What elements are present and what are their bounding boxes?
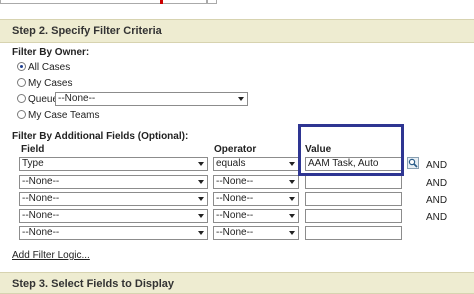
chevron-down-icon [289, 214, 295, 218]
owner-heading: Filter By Owner: [12, 47, 90, 58]
row4-value-input[interactable] [305, 209, 402, 223]
row1-field-select[interactable]: Type [19, 157, 208, 171]
row2-field-value: --None-- [22, 176, 60, 187]
row2-field-select[interactable]: --None-- [19, 175, 208, 189]
chevron-down-icon [289, 162, 295, 166]
radio-queue[interactable] [17, 94, 26, 103]
row3-value-input[interactable] [305, 192, 402, 206]
additional-fields-heading: Filter By Additional Fields (Optional): [12, 131, 189, 142]
row3-operator-value: --None-- [216, 193, 254, 204]
radio-my-case-teams[interactable] [17, 110, 26, 119]
queue-select-value: --None-- [58, 93, 96, 104]
chevron-down-icon [198, 197, 204, 201]
chevron-down-icon [289, 180, 295, 184]
chevron-down-icon [198, 231, 204, 235]
step3-title: Step 3. Select Fields to Display [12, 278, 174, 290]
radio-all-cases[interactable] [17, 62, 26, 71]
step2-header: Step 2. Specify Filter Criteria [0, 19, 474, 43]
chevron-down-icon [198, 162, 204, 166]
radio-my-cases[interactable] [17, 78, 26, 87]
row2-operator-select[interactable]: --None-- [213, 175, 299, 189]
step2-title: Step 2. Specify Filter Criteria [12, 25, 162, 37]
add-filter-logic-link[interactable]: Add Filter Logic... [12, 250, 90, 261]
row4-field-select[interactable]: --None-- [19, 209, 208, 223]
previous-field-input[interactable] [0, 0, 207, 4]
required-marker [160, 0, 163, 4]
row5-field-value: --None-- [22, 227, 60, 238]
row2-value-input[interactable] [305, 175, 402, 189]
value-highlight-box [298, 124, 404, 176]
row2-operator-value: --None-- [216, 176, 254, 187]
chevron-down-icon [198, 214, 204, 218]
previous-field-checkbox[interactable] [207, 0, 217, 4]
radio-my-cases-label: My Cases [28, 78, 73, 89]
row5-operator-select[interactable]: --None-- [213, 226, 299, 240]
radio-my-case-teams-label: My Case Teams [28, 110, 100, 121]
row4-operator-select[interactable]: --None-- [213, 209, 299, 223]
row3-field-value: --None-- [22, 193, 60, 204]
chevron-down-icon [289, 231, 295, 235]
row3-connector: AND [426, 195, 448, 206]
row4-field-value: --None-- [22, 210, 60, 221]
row4-connector: AND [426, 212, 448, 223]
row5-field-select[interactable]: --None-- [19, 226, 208, 240]
chevron-down-icon [198, 180, 204, 184]
row1-operator-value: equals [216, 158, 246, 169]
queue-select[interactable]: --None-- [55, 92, 248, 106]
row5-operator-value: --None-- [216, 227, 254, 238]
row1-connector: AND [426, 160, 448, 171]
radio-queue-label: Queue [28, 94, 59, 105]
column-operator-header: Operator [214, 144, 257, 155]
row3-field-select[interactable]: --None-- [19, 192, 208, 206]
row3-operator-select[interactable]: --None-- [213, 192, 299, 206]
row1-field-value: Type [22, 158, 44, 169]
row4-operator-value: --None-- [216, 210, 254, 221]
magnifier-lookup-icon[interactable] [407, 157, 419, 169]
radio-all-cases-label: All Cases [28, 62, 71, 73]
step3-header: Step 3. Select Fields to Display [0, 272, 474, 294]
row1-operator-select[interactable]: equals [213, 157, 299, 171]
row5-value-input[interactable] [305, 226, 402, 240]
chevron-down-icon [238, 97, 244, 101]
column-field-header: Field [21, 144, 45, 155]
row2-connector: AND [426, 178, 448, 189]
chevron-down-icon [289, 197, 295, 201]
